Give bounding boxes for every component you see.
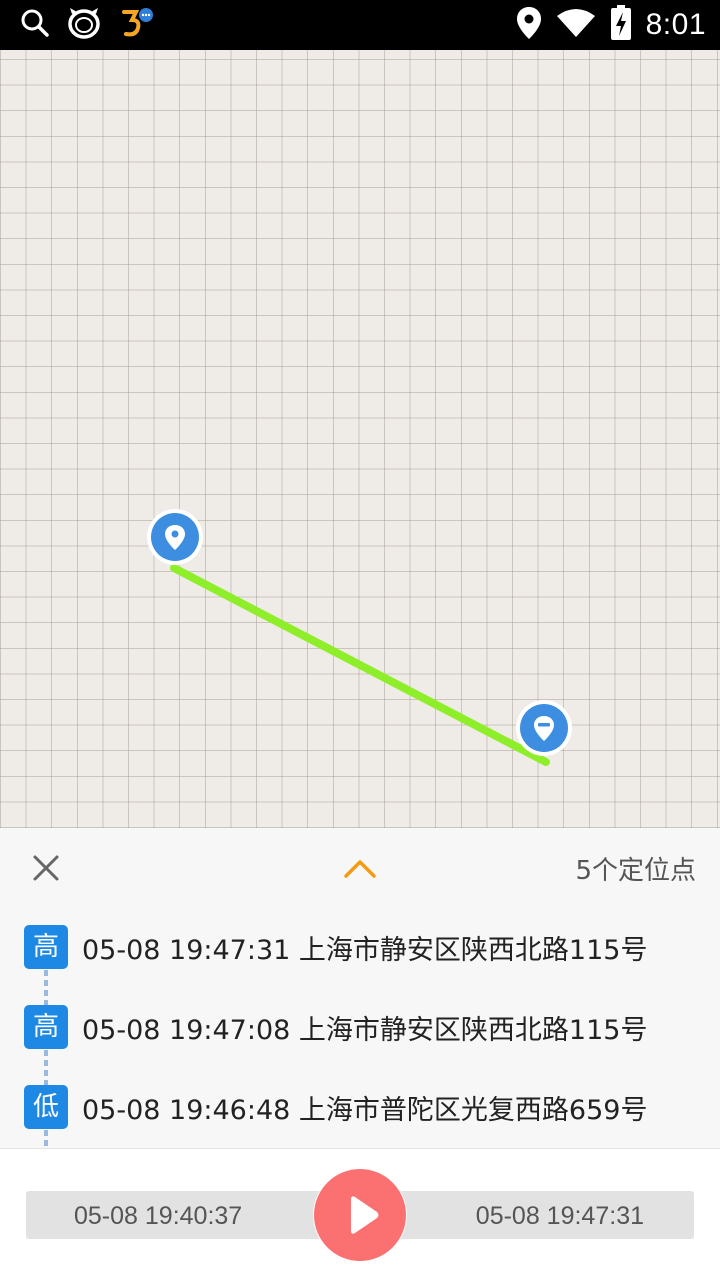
close-icon: [33, 855, 59, 881]
item-time: 05-08 19:47:31: [82, 934, 291, 966]
close-button[interactable]: [24, 846, 68, 890]
item-address: 上海市静安区陕西北路115号: [298, 1014, 648, 1046]
location-icon: [516, 6, 542, 44]
start-time: 05-08 19:40:37: [74, 1202, 243, 1230]
map-view[interactable]: [0, 50, 720, 828]
play-icon: [351, 1196, 379, 1234]
play-button[interactable]: [314, 1169, 406, 1261]
list-item-text: 05-08 19:46:48 上海市普陀区光复西路659号: [82, 1088, 647, 1127]
accuracy-badge: 低: [24, 1085, 68, 1129]
route-line: [170, 564, 550, 766]
end-time: 05-08 19:47:31: [475, 1202, 644, 1230]
chevron-up-icon: [344, 860, 376, 878]
status-bar: 8:01: [0, 0, 720, 50]
item-address: 上海市静安区陕西北路115号: [298, 934, 648, 966]
list-item-text: 05-08 19:47:08 上海市静安区陕西北路115号: [82, 1008, 647, 1047]
list-item[interactable]: 高 05-08 19:47:08 上海市静安区陕西北路115号: [0, 992, 720, 1062]
start-marker-icon[interactable]: [147, 509, 203, 565]
list-item-text: 05-08 19:47:31 上海市静安区陕西北路115号: [82, 928, 647, 967]
status-bar-left: [20, 8, 154, 42]
track-list[interactable]: 高 05-08 19:47:31 上海市静安区陕西北路115号 高 05-08 …: [0, 910, 720, 1148]
panel-header: 5个定位点: [0, 828, 720, 910]
accuracy-badge: 高: [24, 1005, 68, 1049]
accuracy-badge: 高: [24, 925, 68, 969]
location-count-label: 5个定位点: [575, 856, 696, 886]
playback-bar: 05-08 19:40:37 05-08 19:47:31: [0, 1148, 720, 1280]
status-bar-right: 8:01: [516, 5, 706, 45]
track-panel: 5个定位点 高 05-08 19:47:31 上海市静安区陕西北路115号 高 …: [0, 828, 720, 1148]
app-notification-icon: [118, 6, 154, 44]
battery-charging-icon: [610, 5, 632, 45]
cat-app-icon: [66, 6, 102, 44]
search-icon: [20, 8, 50, 42]
end-marker-icon[interactable]: [516, 700, 572, 756]
item-address: 上海市普陀区光复西路659号: [298, 1094, 648, 1126]
screen: 8:01 5个定位点 高 05-08 19:47:31 上海市静安区陕西北路11…: [0, 0, 720, 1280]
list-item[interactable]: 高 05-08 19:47:31 上海市静安区陕西北路115号: [0, 912, 720, 982]
wifi-icon: [556, 8, 596, 42]
expand-button[interactable]: [336, 848, 384, 888]
map-overlay: [147, 509, 572, 766]
status-time: 8:01: [645, 8, 706, 41]
list-item[interactable]: 低 05-08 19:46:48 上海市普陀区光复西路659号: [0, 1072, 720, 1142]
item-time: 05-08 19:46:48: [82, 1094, 291, 1126]
item-time: 05-08 19:47:08: [82, 1014, 291, 1046]
